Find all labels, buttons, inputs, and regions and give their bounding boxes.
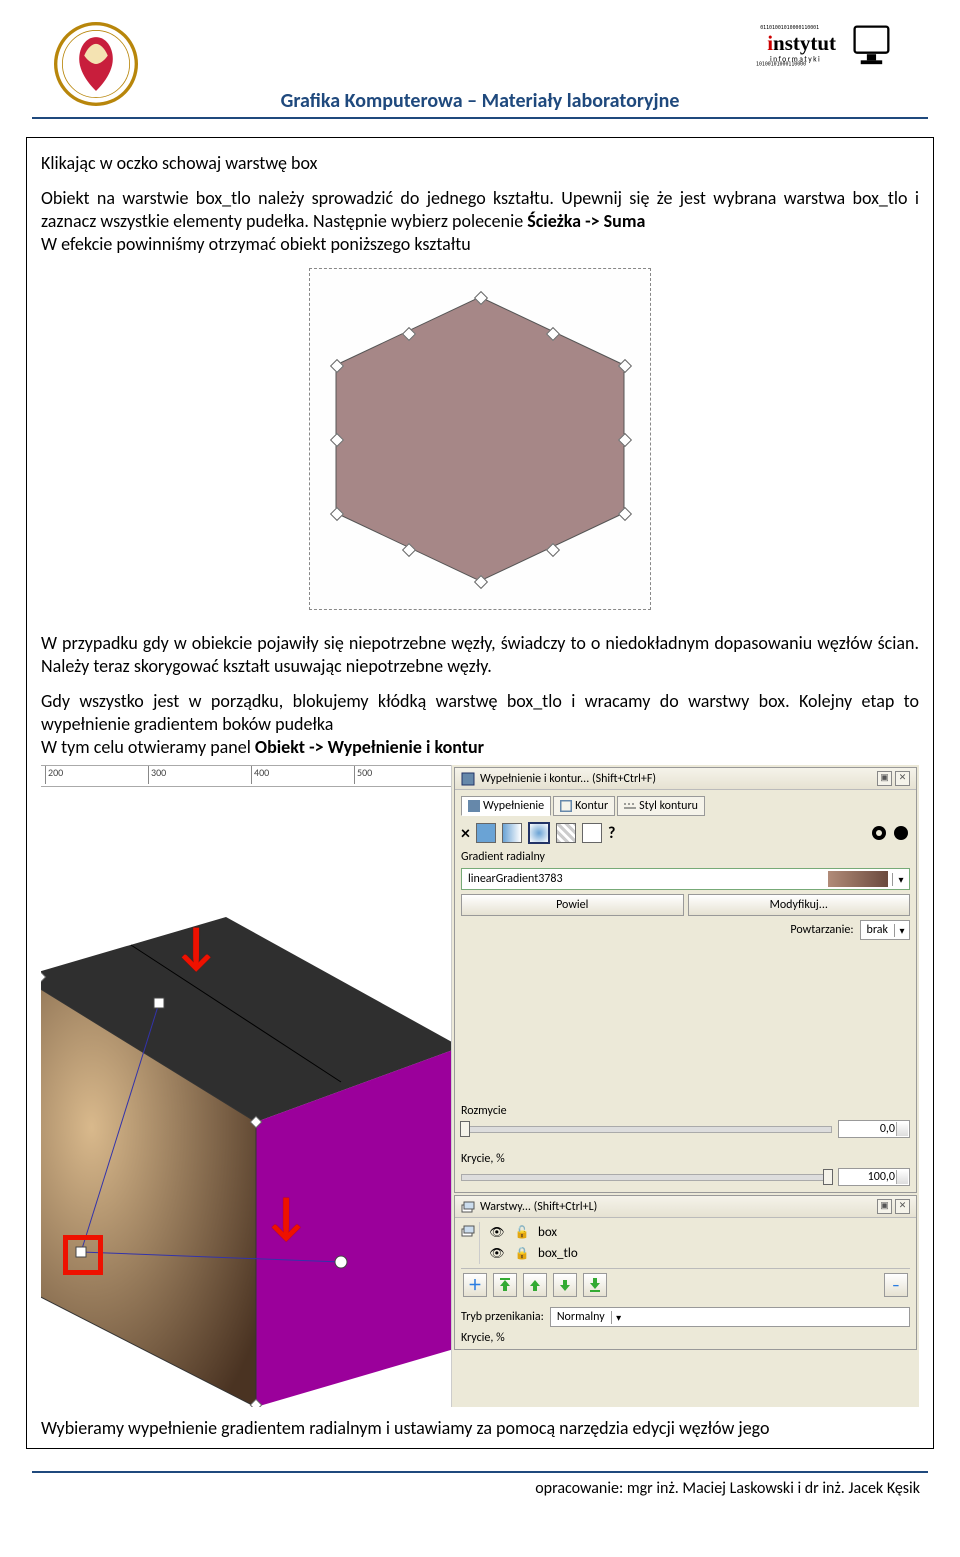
opacity-label: Krycie, % <box>461 1152 910 1166</box>
footer-divider <box>32 1471 928 1473</box>
layer-row-box-tlo[interactable]: 👁 🔒 box_tlo <box>486 1243 910 1264</box>
duplicate-button[interactable]: Powiel <box>461 894 684 916</box>
tab-fill[interactable]: Wypełnienie <box>461 796 551 816</box>
paragraph-2: Obiekt na warstwie box_tlo należy sprowa… <box>41 187 919 256</box>
monitor-icon <box>850 22 896 68</box>
gradient-type-label: Gradient radialny <box>461 850 910 864</box>
modify-button[interactable]: Modyfikuj... <box>688 894 911 916</box>
figure-hexagon <box>41 268 919 614</box>
blur-label: Rozmycie <box>461 1104 910 1118</box>
layer-row-box[interactable]: 👁 🔓 box <box>486 1222 910 1243</box>
university-crest <box>54 18 138 111</box>
layers-panel-title: Warstwy... (Shift+Ctrl+L) <box>480 1200 597 1214</box>
panel-close-icon[interactable]: ✕ <box>895 771 910 786</box>
eye-icon[interactable]: 👁 <box>488 1225 506 1240</box>
svg-text:instytut: instytut <box>767 31 836 55</box>
footer-credits: opracowanie: mgr inż. Maciej Laskowski i… <box>24 1479 936 1506</box>
canvas-3d-box[interactable]: ↘ ↘ <box>41 787 451 1407</box>
unknown-paint-button[interactable]: ? <box>608 824 615 843</box>
unlock-icon[interactable]: 🔓 <box>514 1225 530 1240</box>
crest-icon <box>54 22 138 106</box>
paragraph-4: Gdy wszystko jest w porządku, blokujemy … <box>41 690 919 759</box>
tab-stroke[interactable]: Kontur <box>553 796 615 816</box>
add-layer-button[interactable]: ＋ <box>463 1273 487 1297</box>
page-title: Grafika Komputerowa – Materiały laborato… <box>281 89 680 113</box>
inkscape-screenshot: 200 300 400 500 600 🔍 <box>41 765 919 1407</box>
fill-rule-evenodd-icon[interactable] <box>870 824 888 842</box>
panel-close-icon[interactable]: ✕ <box>895 1199 910 1214</box>
panel-dock-icon[interactable]: ▣ <box>877 1199 892 1214</box>
paragraph-6: Wybieramy wypełnienie gradientem radialn… <box>41 1417 919 1440</box>
panel-dock-icon[interactable]: ▣ <box>877 771 892 786</box>
blur-slider[interactable] <box>461 1126 832 1133</box>
tab-stroke-style[interactable]: Styl konturu <box>617 796 705 816</box>
lock-icon[interactable]: 🔒 <box>514 1246 530 1261</box>
flat-color-button[interactable] <box>476 823 496 843</box>
repeat-label: Powtarzanie: <box>790 923 853 937</box>
paragraph-1: Klikając w oczko schowaj warstwę box <box>41 152 919 175</box>
brush-icon <box>461 772 475 786</box>
no-paint-button[interactable]: × <box>461 822 470 844</box>
chevron-down-icon[interactable]: ▾ <box>892 873 909 886</box>
fill-panel-title: Wypełnienie i kontur... (Shift+Ctrl+F) <box>480 772 656 786</box>
fill-rule-nonzero-icon[interactable] <box>892 824 910 842</box>
layer-opacity-label: Krycie, % <box>461 1331 505 1345</box>
gradient-select[interactable]: linearGradient3783 ▾ <box>461 868 910 890</box>
paragraph-3: W przypadku gdy w obiekcie pojawiły się … <box>41 632 919 678</box>
layer-to-top-button[interactable] <box>493 1273 517 1297</box>
ruler-horizontal: 200 300 400 500 600 🔍 <box>41 765 451 787</box>
linear-gradient-button[interactable] <box>502 823 522 843</box>
fill-tabs: Wypełnienie Kontur Styl konturu <box>461 796 910 816</box>
opacity-value-input[interactable]: 100,0 <box>838 1168 910 1186</box>
blend-mode-select[interactable]: Normalny▾ <box>550 1307 910 1327</box>
opacity-slider[interactable] <box>461 1174 832 1181</box>
radial-gradient-button[interactable] <box>528 822 550 844</box>
layers-stack-icon <box>461 1224 475 1238</box>
layers-icon <box>461 1200 475 1214</box>
swatch-button[interactable] <box>582 823 602 843</box>
institute-badge: 01101001010000110001 10100101000110000 i… <box>756 22 840 74</box>
layer-down-button[interactable] <box>553 1273 577 1297</box>
layer-up-button[interactable] <box>523 1273 547 1297</box>
delete-layer-button[interactable]: − <box>884 1273 908 1297</box>
repeat-select[interactable]: brak▾ <box>860 920 910 940</box>
blur-value-input[interactable]: 0,0 <box>838 1120 910 1138</box>
layers-panel: Warstwy... (Shift+Ctrl+L) ▣ ✕ <box>454 1195 917 1350</box>
eye-icon[interactable]: 👁 <box>488 1246 506 1261</box>
svg-text:informatyki: informatyki <box>770 55 821 64</box>
fill-stroke-panel: Wypełnienie i kontur... (Shift+Ctrl+F) ▣… <box>454 767 917 1193</box>
header-divider <box>32 117 928 119</box>
layer-to-bottom-button[interactable] <box>583 1273 607 1297</box>
svg-text:01101001010000110001: 01101001010000110001 <box>760 25 819 31</box>
blend-mode-label: Tryb przenikania: <box>461 1310 544 1324</box>
pattern-button[interactable] <box>556 823 576 843</box>
red-highlight-box <box>63 1235 103 1275</box>
content-frame: Klikając w oczko schowaj warstwę box Obi… <box>26 137 934 1449</box>
